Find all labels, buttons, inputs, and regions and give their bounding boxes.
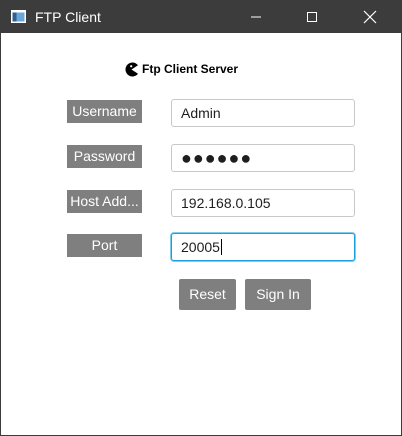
host-address-label: Host Add... xyxy=(67,190,142,213)
close-button[interactable] xyxy=(347,1,393,33)
username-field[interactable]: Admin xyxy=(171,99,355,127)
sign-in-button[interactable]: Sign In xyxy=(245,279,311,310)
minimize-icon xyxy=(251,16,261,18)
maximize-icon xyxy=(307,12,317,22)
app-window-icon xyxy=(11,10,26,23)
title-bar[interactable]: FTP Client xyxy=(1,1,401,33)
brand-header: Ftp Client Server xyxy=(124,60,238,78)
password-field[interactable]: ●●●●●● xyxy=(171,144,355,172)
username-label: Username xyxy=(67,100,142,123)
host-address-field[interactable]: 192.168.0.105 xyxy=(171,189,355,217)
port-field[interactable]: 20005 xyxy=(171,233,355,261)
window-title: FTP Client xyxy=(35,9,101,25)
port-value: 20005 xyxy=(181,239,220,255)
minimize-button[interactable] xyxy=(233,1,279,33)
app-window: FTP Client Ftp Client Server Username Ad… xyxy=(0,0,402,436)
reset-button[interactable]: Reset xyxy=(179,279,236,310)
pacman-logo-icon xyxy=(125,62,138,76)
maximize-button[interactable] xyxy=(289,1,335,33)
brand-title: Ftp Client Server xyxy=(142,62,239,76)
text-caret xyxy=(220,238,222,255)
port-label: Port xyxy=(67,234,142,257)
close-icon xyxy=(363,10,377,24)
password-label: Password xyxy=(67,145,142,168)
